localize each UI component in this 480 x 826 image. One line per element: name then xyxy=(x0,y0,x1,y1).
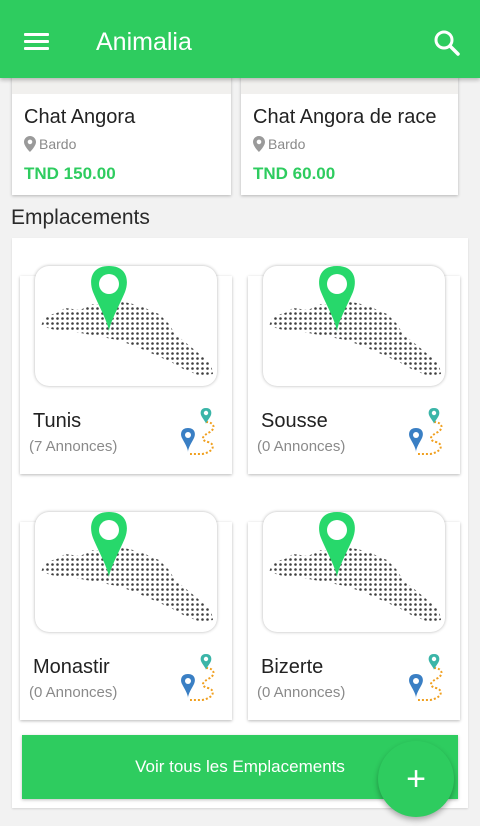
location-name: Monastir xyxy=(33,656,110,678)
location-name: Sousse xyxy=(261,410,328,432)
product-location: Bardo xyxy=(253,136,305,152)
app-bar: Animalia xyxy=(0,0,480,78)
location-card-bizerte[interactable]: Bizerte (0 Annonces) xyxy=(248,512,460,720)
product-card[interactable]: Chat Angora Bardo TND 150.00 xyxy=(12,70,231,195)
route-icon xyxy=(180,408,220,458)
product-name: Chat Angora de race xyxy=(253,106,437,128)
route-icon xyxy=(408,408,448,458)
product-price: TND 60.00 xyxy=(253,164,336,183)
map-pin-illustration xyxy=(35,512,217,632)
search-icon[interactable] xyxy=(428,24,466,62)
map-pin-illustration xyxy=(263,512,445,632)
plus-icon: + xyxy=(406,760,426,798)
location-card-tunis[interactable]: Tunis (7 Annonces) xyxy=(20,266,232,474)
product-location-label: Bardo xyxy=(39,136,77,152)
location-name: Bizerte xyxy=(261,656,324,678)
add-fab-button[interactable]: + xyxy=(378,741,454,817)
map-pin-illustration xyxy=(35,266,217,386)
product-name: Chat Angora xyxy=(24,106,136,128)
route-icon xyxy=(408,654,448,704)
product-card[interactable]: Chat Angora de race Bardo TND 60.00 xyxy=(241,70,458,195)
map-pin-illustration xyxy=(263,266,445,386)
product-location: Bardo xyxy=(24,136,76,152)
location-pin-icon xyxy=(24,136,36,152)
menu-icon[interactable] xyxy=(18,22,56,60)
location-card-sousse[interactable]: Sousse (0 Annonces) xyxy=(248,266,460,474)
section-title: Emplacements xyxy=(11,206,150,229)
product-location-label: Bardo xyxy=(268,136,306,152)
location-count: (0 Annonces) xyxy=(29,684,118,701)
location-name: Tunis xyxy=(33,410,82,432)
app-title: Animalia xyxy=(96,28,192,56)
route-icon xyxy=(180,654,220,704)
product-price: TND 150.00 xyxy=(24,164,116,183)
location-card-monastir[interactable]: Monastir (0 Annonces) xyxy=(20,512,232,720)
location-count: (0 Annonces) xyxy=(257,438,346,455)
location-count: (7 Annonces) xyxy=(29,438,118,455)
location-count: (0 Annonces) xyxy=(257,684,346,701)
location-pin-icon xyxy=(253,136,265,152)
